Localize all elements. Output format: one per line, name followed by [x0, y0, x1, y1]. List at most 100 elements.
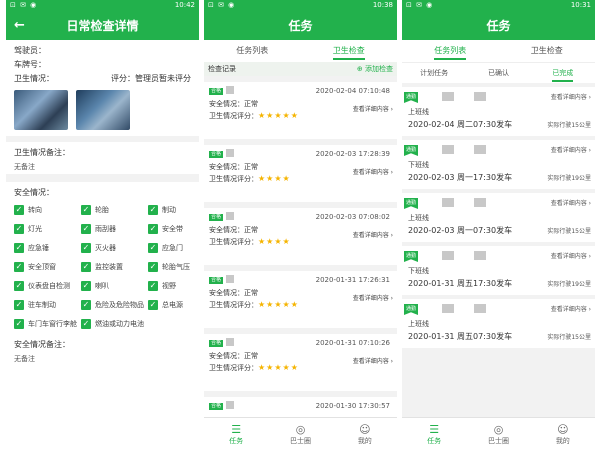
redacted-block: [442, 251, 454, 260]
view-detail-link[interactable]: 查看详细内容 ›: [551, 198, 591, 207]
bottom-nav: ☰ 任务 ◎ 巴士圈 ☺ 我的: [204, 417, 397, 456]
trip-card[interactable]: 通勤 查看详细内容 › 上班线 2020-01-31 周五07:30发车 实际行驶15公…: [402, 299, 595, 348]
view-detail-link[interactable]: 查看详细内容 ›: [353, 293, 393, 302]
safety-item-label: 轮胎气压: [162, 263, 190, 271]
trip-line: 下班线: [408, 161, 429, 169]
view-detail-link[interactable]: 查看详细内容 ›: [353, 356, 393, 365]
redacted-block: [474, 304, 486, 313]
safety-label: 安全情况：: [209, 100, 244, 108]
view-detail-link[interactable]: 查看详细内容 ›: [353, 167, 393, 176]
safety-check-item[interactable]: ✓ 制动: [148, 202, 199, 218]
record-card[interactable]: 合格 2020-01-31 07:10:26 安全情况：正常 卫生情况评分：★★★★★…: [204, 334, 397, 391]
safety-check-item[interactable]: ✓ 车门车窗行李舱: [14, 316, 81, 332]
hygiene-photo[interactable]: [76, 90, 130, 130]
star-rating: ★★★★★: [258, 300, 299, 309]
nav-item-bus-circle[interactable]: ◎ 巴士圈: [268, 418, 332, 456]
safety-check-item[interactable]: ✓ 雨刮器: [81, 221, 148, 237]
tab-hygiene-check[interactable]: 卫生检查: [499, 40, 596, 62]
nav-item-bus-circle[interactable]: ◎ 巴士圈: [466, 418, 530, 456]
tab-task-list[interactable]: 任务列表: [402, 40, 499, 62]
record-card[interactable]: 合格 2020-01-31 17:26:31 安全情况：正常 卫生情况评分：★★★★★…: [204, 271, 397, 328]
subtab-confirmed[interactable]: 已确认: [466, 63, 530, 83]
back-arrow-icon[interactable]: ←: [14, 12, 25, 40]
record-header: 合格 2020-02-03 07:08:02: [209, 211, 392, 225]
status-bar: ⊡ ✉ ◉ 10:31: [402, 0, 595, 12]
nav-item-me[interactable]: ☺ 我的: [333, 418, 397, 456]
safety-check-item[interactable]: ✓ 轮胎: [81, 202, 148, 218]
page-title: 任务: [486, 19, 511, 33]
nav-item-tasks[interactable]: ☰ 任务: [402, 418, 466, 456]
safety-item-label: 喇叭: [95, 282, 109, 290]
safety-check-item[interactable]: ✓ 安全顶窗: [14, 259, 81, 275]
checkbox-checked-icon: ✓: [81, 224, 91, 234]
safety-item-label: 制动: [162, 206, 176, 214]
record-card[interactable]: 合格 2020-02-03 07:08:02 安全情况：正常 卫生情况评分：★★★★ 查…: [204, 208, 397, 265]
hygiene-check-screen: ⊡ ✉ ◉ 10:38 任务 任务列表 卫生检查 检查记录 ⊕ 添加检查 合格 2…: [204, 0, 397, 456]
safety-check-item[interactable]: ✓ 灯光: [14, 221, 81, 237]
add-check-button[interactable]: ⊕ 添加检查: [357, 62, 393, 76]
trip-distance: 实际行驶19公里: [547, 281, 591, 288]
star-rating: ★★★★★: [258, 363, 299, 372]
record-card[interactable]: 合格 2020-02-04 07:10:48 安全情况：正常 卫生情况评分：★★★★★…: [204, 82, 397, 139]
safety-check-item[interactable]: ✓ 监控装置: [81, 259, 148, 275]
checkbox-checked-icon: ✓: [14, 243, 24, 253]
safety-check-item[interactable]: ✓ 驻车制动: [14, 297, 81, 313]
trip-card[interactable]: 通勤 查看详细内容 › 上班线 2020-02-04 周二07:30发车 实际行驶15公…: [402, 87, 595, 136]
checkbox-checked-icon: ✓: [14, 262, 24, 272]
trip-line: 上班线: [408, 108, 429, 116]
redacted-block: [474, 92, 486, 101]
star-rating: ★★★★★: [258, 111, 299, 120]
safety-item-label: 驻车制动: [28, 301, 56, 309]
safety-check-item[interactable]: ✓ 视野: [148, 278, 199, 294]
status-time: 10:42: [174, 1, 195, 9]
safety-check-item[interactable]: ✓ 灭火器: [81, 240, 148, 256]
commute-flag-icon: 通勤: [404, 304, 418, 315]
record-date: 2020-02-03 17:28:39: [315, 150, 390, 158]
tab-task-list[interactable]: 任务列表: [204, 40, 301, 62]
redacted-block: [442, 198, 454, 207]
trip-line: 上班线: [408, 320, 429, 328]
view-detail-link[interactable]: 查看详细内容 ›: [551, 251, 591, 260]
safety-check-item[interactable]: ✓ 总电源: [148, 297, 199, 313]
status-time: 10:38: [372, 1, 393, 9]
tab-hygiene-check[interactable]: 卫生检查: [301, 40, 398, 62]
trip-card[interactable]: 通勤 查看详细内容 › 上班线 2020-02-03 周一07:30发车 实际行驶15公…: [402, 193, 595, 242]
safety-check-item[interactable]: ✓ 仪表盘自检测: [14, 278, 81, 294]
hygiene-row: 卫生情况： 评分：管理员暂未评分: [14, 72, 191, 86]
checkbox-checked-icon: ✓: [14, 205, 24, 215]
view-detail-link[interactable]: 查看详细内容 ›: [551, 304, 591, 313]
redacted-block: [474, 251, 486, 260]
score-label: 评分：管理员暂未评分: [111, 74, 191, 83]
subtab-planned[interactable]: 计划任务: [402, 63, 466, 83]
trip-card[interactable]: 通勤 查看详细内容 › 下班线 2020-01-31 周五17:30发车 实际行驶19公…: [402, 246, 595, 295]
hygiene-photo[interactable]: [14, 90, 68, 130]
safety-check-item[interactable]: ✓ 应急锤: [14, 240, 81, 256]
inspection-detail-screen: ⊡ ✉ ◉ 10:42 ← 日常检查详情 驾驶员： 车牌号： 卫生情况： 评分：…: [6, 0, 199, 456]
safety-check-item[interactable]: ✓ 喇叭: [81, 278, 148, 294]
checkbox-checked-icon: ✓: [148, 281, 158, 291]
subtab-completed[interactable]: 已完成: [531, 63, 595, 83]
nav-label: 我的: [555, 437, 570, 445]
trip-card[interactable]: 通勤 查看详细内容 › 下班线 2020-02-03 周一17:30发车 实际行驶19公…: [402, 140, 595, 189]
nav-label: 我的: [357, 437, 372, 445]
checkbox-checked-icon: ✓: [14, 319, 24, 329]
safety-check-item[interactable]: ✓ 转向: [14, 202, 81, 218]
safety-check-item[interactable]: ✓ 应急门: [148, 240, 199, 256]
safety-item-label: 灭火器: [95, 244, 116, 252]
nav-item-tasks[interactable]: ☰ 任务: [204, 418, 268, 456]
section-title: 检查记录: [208, 65, 236, 73]
header: 任务: [204, 12, 397, 40]
task-list-screen: ⊡ ✉ ◉ 10:31 任务 任务列表 卫生检查 计划任务 已确认 已完成 通勤…: [402, 0, 595, 456]
safety-check-item[interactable]: ✓ 危险及危险物品: [81, 297, 148, 313]
trip-distance: 实际行驶15公里: [547, 334, 591, 341]
safety-check-item[interactable]: ✓ 安全带: [148, 221, 199, 237]
view-detail-link[interactable]: 查看详细内容 ›: [353, 230, 393, 239]
nav-item-me[interactable]: ☺ 我的: [531, 418, 595, 456]
view-detail-link[interactable]: 查看详细内容 ›: [353, 104, 393, 113]
view-detail-link[interactable]: 查看详细内容 ›: [551, 92, 591, 101]
record-card[interactable]: 合格 2020-02-03 17:28:39 安全情况：正常 卫生情况评分：★★★★ 查…: [204, 145, 397, 202]
safety-check-item[interactable]: ✓ 轮胎气压: [148, 259, 199, 275]
safety-check-item[interactable]: ✓ 燃油或动力电池: [81, 316, 148, 332]
view-detail-link[interactable]: 查看详细内容 ›: [551, 145, 591, 154]
safety-note-label: 安全情况备注：: [14, 340, 70, 349]
